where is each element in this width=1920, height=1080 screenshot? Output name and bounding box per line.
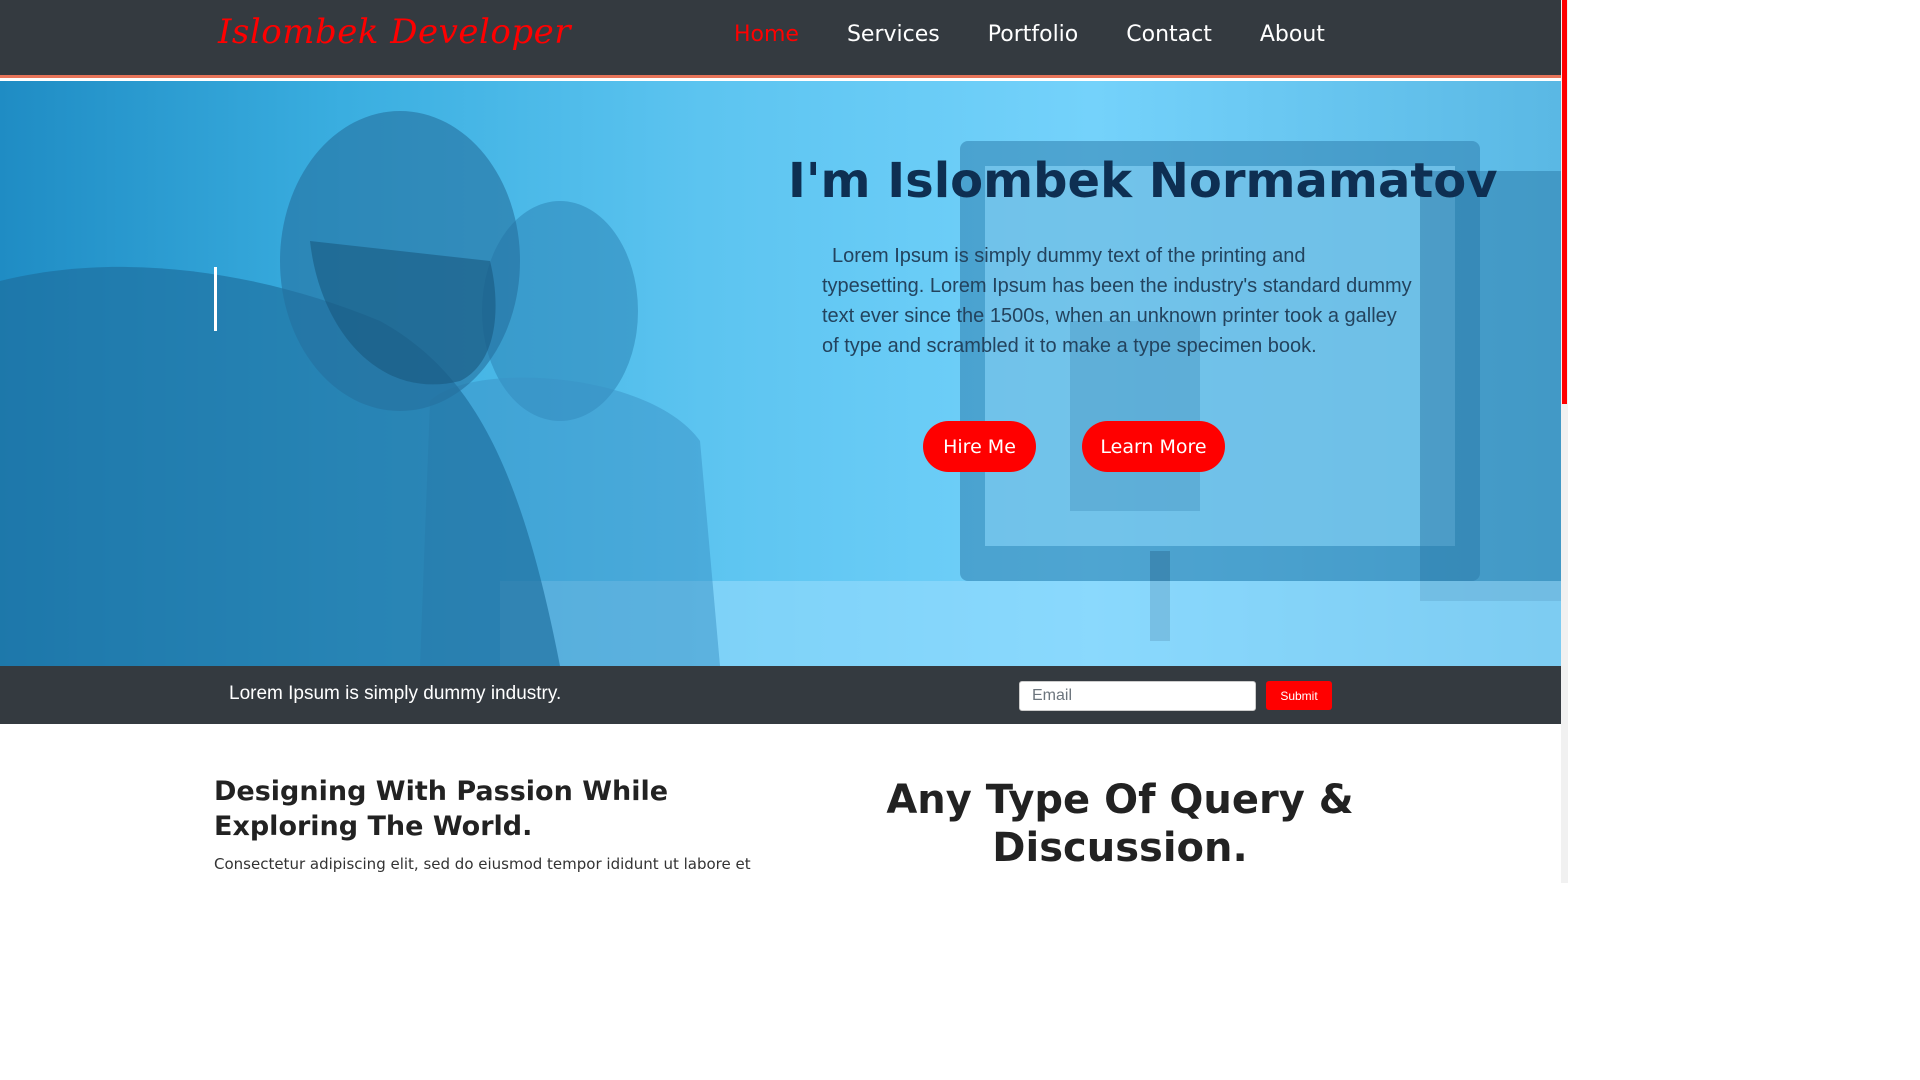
- hero-title: I'm Islombek Normamatov: [788, 153, 1498, 209]
- query-heading: Any Type Of Query & Discussion.: [886, 777, 1354, 871]
- hero-section: I'm Islombek Normamatov Lorem Ipsum is s…: [0, 81, 1561, 666]
- nav-item-about[interactable]: About: [1260, 22, 1325, 47]
- nav-item-portfolio[interactable]: Portfolio: [988, 22, 1079, 47]
- hire-me-button[interactable]: Hire Me: [923, 421, 1036, 472]
- submit-button[interactable]: Submit: [1266, 681, 1332, 710]
- nav-menu: Home Services Portfolio Contact About: [734, 22, 1373, 47]
- subscribe-strip: Lorem Ipsum is simply dummy industry. Su…: [0, 666, 1561, 724]
- nav-item-services[interactable]: Services: [847, 22, 940, 47]
- nav-item-contact[interactable]: Contact: [1126, 22, 1212, 47]
- learn-more-button[interactable]: Learn More: [1082, 421, 1225, 472]
- nav-item-home[interactable]: Home: [734, 22, 799, 47]
- navbar: Islombek Developer Home Services Portfol…: [0, 0, 1561, 78]
- email-input[interactable]: [1019, 681, 1256, 711]
- strip-text: Lorem Ipsum is simply dummy industry.: [229, 683, 562, 704]
- hero-description: Lorem Ipsum is simply dummy text of the …: [822, 245, 1412, 357]
- page-scrollbar[interactable]: [1561, 0, 1568, 883]
- text-cursor-line: [214, 267, 217, 331]
- about-heading: Designing With Passion While Exploring T…: [214, 776, 669, 842]
- about-text: Consectetur adipiscing elit, sed do eius…: [214, 855, 751, 873]
- scrollbar-thumb[interactable]: [1562, 0, 1567, 404]
- brand-logo[interactable]: Islombek Developer: [218, 12, 571, 52]
- page: Islombek Developer Home Services Portfol…: [0, 0, 1568, 883]
